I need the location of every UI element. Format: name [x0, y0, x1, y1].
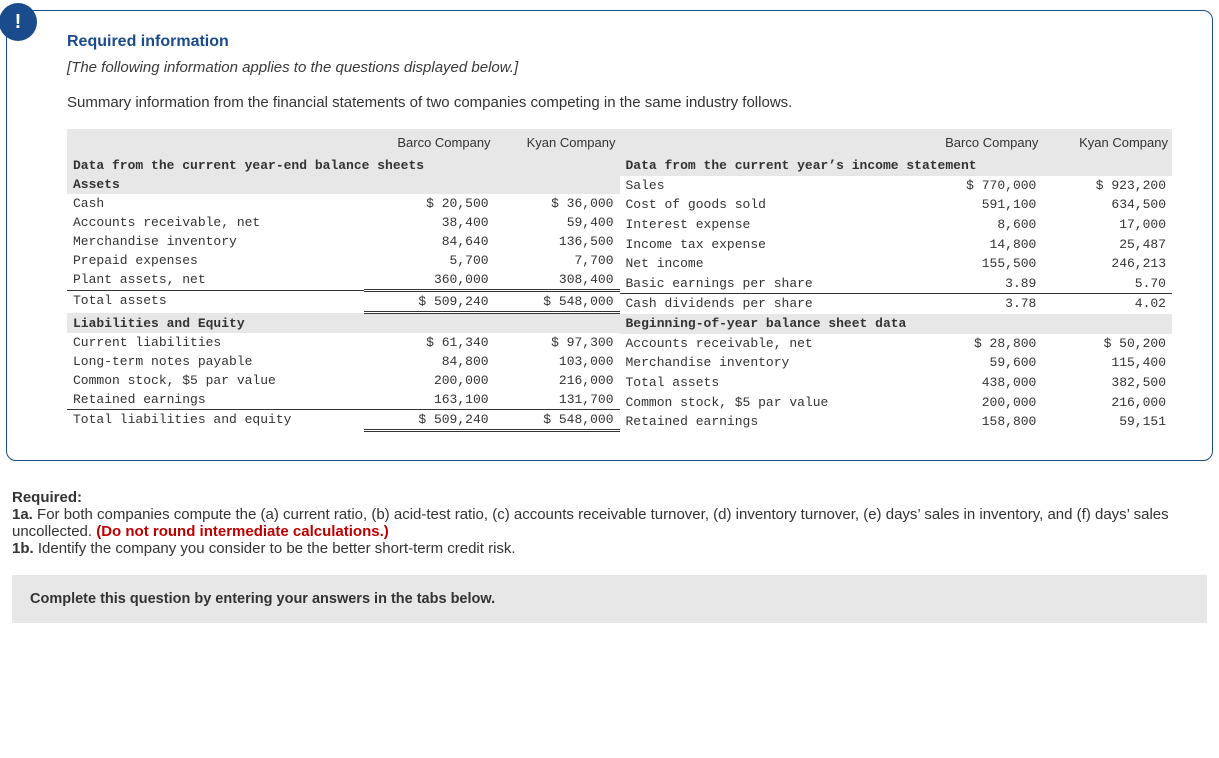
- boy-header: Beginning-of-year balance sheet data: [620, 314, 1173, 334]
- financial-tables: Barco Company Kyan Company Data from the…: [67, 129, 1172, 432]
- table-row: Net income155,500246,213: [620, 254, 1173, 274]
- table-row: Sales$ 770,000$ 923,200: [620, 176, 1173, 196]
- col-barco-left: Barco Company: [364, 129, 494, 156]
- col-barco-right: Barco Company: [907, 129, 1042, 156]
- table-row: Accounts receivable, net$ 28,800$ 50,200: [620, 334, 1173, 354]
- summary-text: Summary information from the financial s…: [67, 94, 1172, 111]
- table-row: Interest expense8,60017,000: [620, 215, 1173, 235]
- table-row: Merchandise inventory84,640136,500: [67, 232, 620, 251]
- table-row: Prepaid expenses5,7007,700: [67, 251, 620, 270]
- required-block: Required: 1a. For both companies compute…: [6, 489, 1213, 557]
- income-statement-table: Barco Company Kyan Company Data from the…: [620, 129, 1173, 432]
- table-row: Common stock, $5 par value200,000216,000: [620, 393, 1173, 413]
- table-row: Accounts receivable, net38,40059,400: [67, 213, 620, 232]
- table-row: Merchandise inventory59,600115,400: [620, 353, 1173, 373]
- table-row: Basic earnings per share3.895.70: [620, 274, 1173, 294]
- requirement-1b: 1b. Identify the company you consider to…: [12, 540, 1207, 557]
- table-row: Cost of goods sold591,100634,500: [620, 195, 1173, 215]
- col-kyan-left: Kyan Company: [495, 129, 620, 156]
- warning-icon: !: [0, 3, 37, 41]
- total-assets-row: Total assets$ 509,240$ 548,000: [67, 291, 620, 313]
- table-row: Current liabilities$ 61,340$ 97,300: [67, 333, 620, 352]
- info-subnote: [The following information applies to th…: [67, 59, 1172, 76]
- table-row: Common stock, $5 par value200,000216,000: [67, 371, 620, 390]
- table-row: Total assets438,000382,500: [620, 373, 1173, 393]
- info-box: ! Required information [The following in…: [6, 10, 1213, 461]
- table-row: Retained earnings163,100131,700: [67, 390, 620, 410]
- answer-instruction-bar: Complete this question by entering your …: [12, 575, 1207, 623]
- total-le-row: Total liabilities and equity$ 509,240$ 5…: [67, 410, 620, 431]
- requirement-1a: 1a. For both companies compute the (a) c…: [12, 506, 1207, 540]
- is-header: Data from the current year’s income stat…: [620, 156, 1173, 176]
- assets-header: Assets: [67, 175, 620, 194]
- required-header: Required:: [12, 489, 1207, 506]
- warning-red-text: (Do not round intermediate calculations.…: [96, 523, 389, 540]
- table-row: Income tax expense14,80025,487: [620, 235, 1173, 255]
- info-title: Required information: [67, 33, 1172, 51]
- le-header: Liabilities and Equity: [67, 313, 620, 334]
- balance-sheet-table: Barco Company Kyan Company Data from the…: [67, 129, 620, 432]
- table-row: Retained earnings158,80059,151: [620, 412, 1173, 432]
- bs-header: Data from the current year-end balance s…: [67, 156, 620, 175]
- table-row: Long-term notes payable84,800103,000: [67, 352, 620, 371]
- col-kyan-right: Kyan Company: [1042, 129, 1172, 156]
- table-row: Plant assets, net360,000308,400: [67, 270, 620, 291]
- cash-div-row: Cash dividends per share3.784.02: [620, 294, 1173, 314]
- table-row: Cash$ 20,500$ 36,000: [67, 194, 620, 213]
